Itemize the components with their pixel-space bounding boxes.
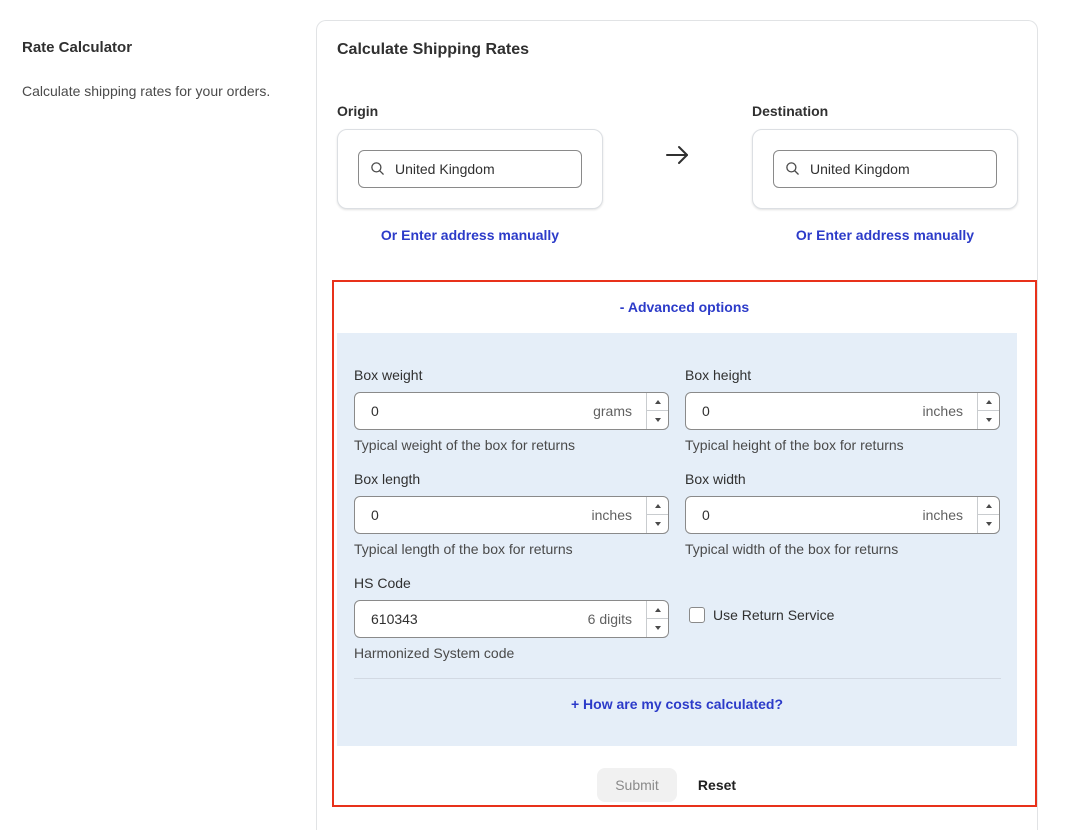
origin-value: United Kingdom [395,161,495,177]
highlight-box [332,280,1037,807]
search-icon [371,161,384,175]
origin-box: United Kingdom [337,129,603,209]
origin-search-input[interactable]: United Kingdom [358,150,582,188]
destination-value: United Kingdom [810,161,910,177]
destination-label: Destination [752,103,829,119]
sidebar-title: Rate Calculator [22,39,133,56]
destination-manual-address-link[interactable]: Or Enter address manually [752,227,1018,243]
destination-box: United Kingdom [752,129,1018,209]
destination-search-input[interactable]: United Kingdom [773,150,997,188]
origin-manual-address-link[interactable]: Or Enter address manually [337,227,603,243]
card-title: Calculate Shipping Rates [337,41,530,58]
arrow-right-icon [666,146,688,164]
sidebar-description: Calculate shipping rates for your orders… [22,83,271,99]
origin-label: Origin [337,103,379,119]
search-icon [786,161,799,175]
